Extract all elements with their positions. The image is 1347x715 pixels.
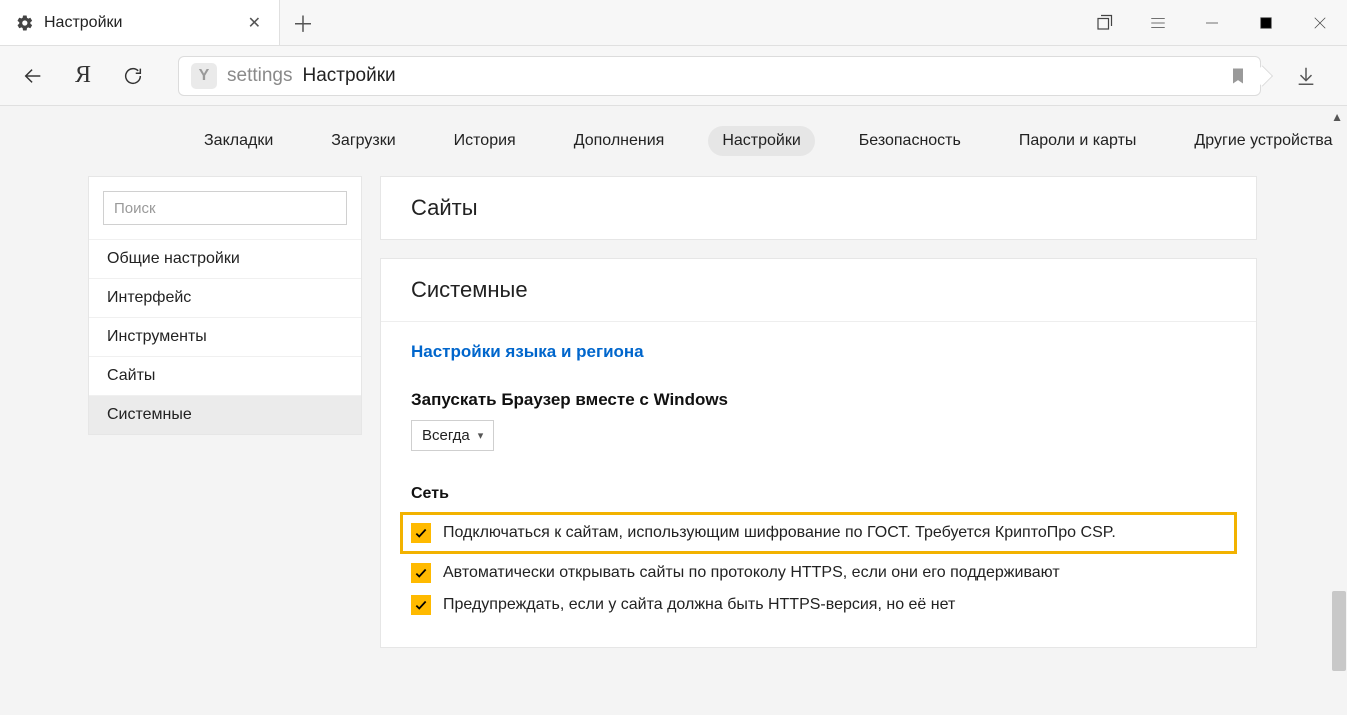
- topnav-passwords[interactable]: Пароли и карты: [1005, 126, 1151, 156]
- settings-sidepanel: Общие настройки Интерфейс Инструменты Са…: [88, 176, 362, 435]
- check-row-gost[interactable]: Подключаться к сайтам, использующим шифр…: [405, 517, 1232, 549]
- card-system-title: Системные: [381, 259, 1256, 321]
- topnav-history[interactable]: История: [440, 126, 530, 156]
- check-label-https-auto: Автоматически открывать сайты по протоко…: [443, 564, 1060, 582]
- check-row-https-auto[interactable]: Автоматически открывать сайты по протоко…: [411, 557, 1226, 589]
- lang-region-link[interactable]: Настройки языка и региона: [411, 342, 1226, 362]
- settings-search-input[interactable]: [103, 191, 347, 225]
- side-item-general[interactable]: Общие настройки: [89, 239, 361, 278]
- settings-topnav: Закладки Загрузки История Дополнения Нас…: [0, 106, 1347, 176]
- minimize-button[interactable]: [1185, 0, 1239, 45]
- gear-icon: [16, 14, 34, 32]
- downloads-button[interactable]: [1283, 53, 1329, 99]
- topnav-settings[interactable]: Настройки: [708, 126, 814, 156]
- checkbox-https-auto[interactable]: [411, 563, 431, 583]
- close-tab-icon[interactable]: ✕: [244, 9, 265, 37]
- startup-select[interactable]: Всегда ▾: [411, 420, 494, 451]
- maximize-button[interactable]: [1239, 0, 1293, 45]
- vertical-scrollbar[interactable]: [1332, 591, 1346, 671]
- check-label-https-warn: Предупреждать, если у сайта должна быть …: [443, 596, 955, 614]
- yandex-logo-icon: Я: [75, 62, 91, 89]
- startup-select-value: Всегда: [422, 427, 470, 444]
- network-header: Сеть: [411, 485, 1226, 503]
- menu-icon[interactable]: [1131, 0, 1185, 45]
- check-label-gost: Подключаться к сайтам, использующим шифр…: [443, 524, 1116, 542]
- check-row-https-warn[interactable]: Предупреждать, если у сайта должна быть …: [411, 589, 1226, 621]
- titlebar-spacer: [326, 0, 1077, 45]
- toolbar: Я Y settings Настройки: [0, 46, 1347, 106]
- settings-maincol: Сайты Системные Настройки языка и регион…: [380, 176, 1257, 648]
- titlebar: Настройки ✕ ＋: [0, 0, 1347, 46]
- home-button[interactable]: Я: [60, 53, 106, 99]
- address-title: Настройки: [302, 65, 395, 87]
- tab-title: Настройки: [44, 14, 234, 32]
- topnav-addons[interactable]: Дополнения: [560, 126, 679, 156]
- topnav-security[interactable]: Безопасность: [845, 126, 975, 156]
- settings-columns: Общие настройки Интерфейс Инструменты Са…: [0, 176, 1347, 648]
- side-item-tools[interactable]: Инструменты: [89, 317, 361, 356]
- browser-tab[interactable]: Настройки ✕: [0, 0, 280, 45]
- address-prefix: settings: [227, 65, 292, 87]
- checkbox-https-warn[interactable]: [411, 595, 431, 615]
- topnav-bookmarks[interactable]: Закладки: [190, 126, 287, 156]
- collections-icon[interactable]: [1077, 0, 1131, 45]
- window-close-button[interactable]: [1293, 0, 1347, 45]
- card-sites: Сайты: [380, 176, 1257, 240]
- startup-label: Запускать Браузер вместе с Windows: [411, 390, 1226, 410]
- card-sites-title: Сайты: [381, 177, 1256, 239]
- scroll-up-arrow-icon[interactable]: ▲: [1331, 110, 1343, 124]
- checkbox-gost[interactable]: [411, 523, 431, 543]
- topnav-other-devices[interactable]: Другие устройства: [1180, 126, 1346, 156]
- content-viewport: ▲ Закладки Загрузки История Дополнения Н…: [0, 106, 1347, 715]
- reload-button[interactable]: [110, 53, 156, 99]
- chevron-down-icon: ▾: [478, 429, 484, 442]
- bookmark-icon[interactable]: [1228, 66, 1248, 86]
- topnav-downloads[interactable]: Загрузки: [317, 126, 409, 156]
- side-item-system[interactable]: Системные: [89, 395, 361, 434]
- side-item-interface[interactable]: Интерфейс: [89, 278, 361, 317]
- addressbar[interactable]: Y settings Настройки: [178, 56, 1261, 96]
- side-item-sites[interactable]: Сайты: [89, 356, 361, 395]
- new-tab-button[interactable]: ＋: [280, 0, 326, 45]
- back-button[interactable]: [10, 53, 56, 99]
- site-identity-icon[interactable]: Y: [191, 63, 217, 89]
- card-system: Системные Настройки языка и региона Запу…: [380, 258, 1257, 648]
